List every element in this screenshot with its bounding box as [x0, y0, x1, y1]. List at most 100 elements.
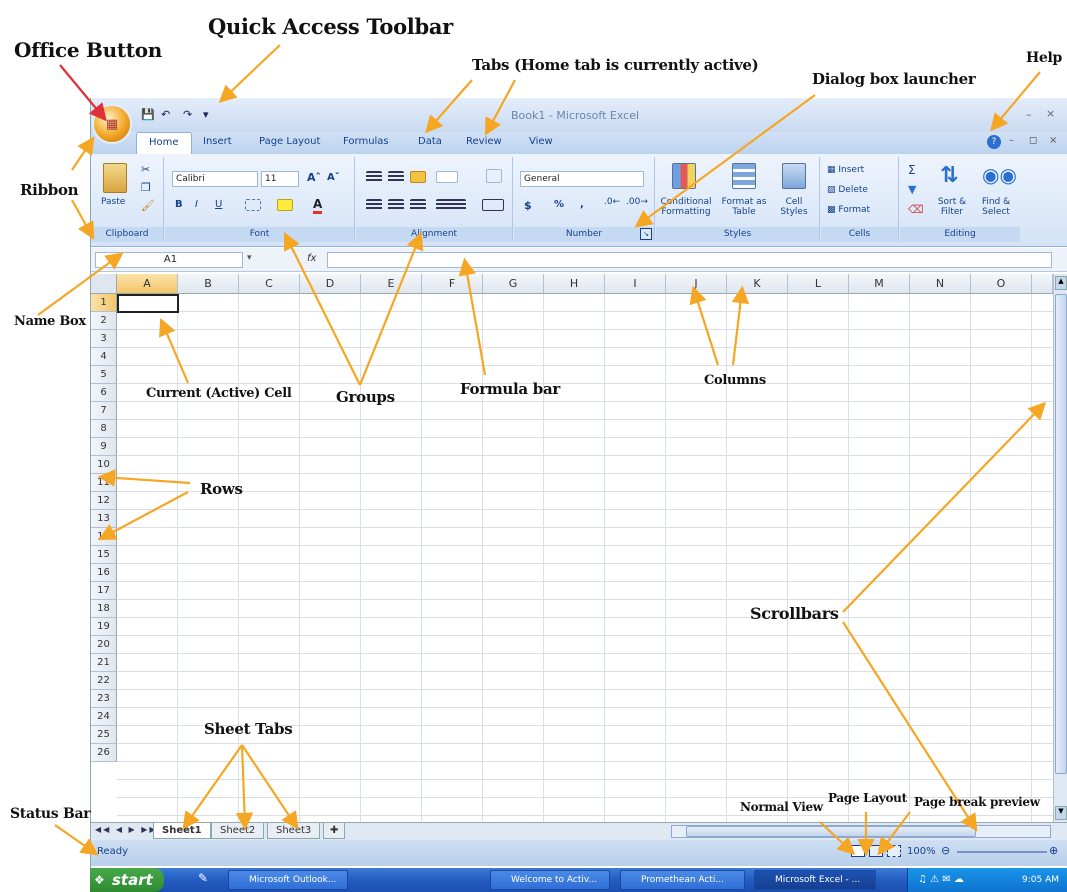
horizontal-scroll-thumb[interactable]	[686, 826, 976, 837]
align-bottom-icon[interactable]	[410, 171, 426, 183]
merge-center-icon[interactable]	[482, 199, 504, 211]
align-center-icon[interactable]	[388, 199, 404, 211]
find-select-button[interactable]: Find & Select	[974, 197, 1018, 217]
align-middle-icon[interactable]	[388, 171, 404, 183]
undo-icon[interactable]: ↶	[161, 108, 170, 121]
office-button[interactable]: ▦	[92, 104, 132, 144]
taskbar-item-welcome[interactable]: Welcome to Activ...	[490, 870, 610, 890]
row-header[interactable]: 19	[91, 618, 117, 636]
row-header[interactable]: 9	[91, 438, 117, 456]
restore-icon[interactable]: ◻	[1029, 135, 1037, 146]
decrease-decimal-icon[interactable]: .00→	[626, 197, 648, 207]
column-header[interactable]: M	[849, 274, 910, 294]
cell-styles-icon[interactable]	[782, 163, 806, 189]
row-header[interactable]: 1	[91, 294, 117, 312]
indent-icon[interactable]	[436, 199, 466, 211]
tab-view[interactable]: View	[529, 136, 553, 147]
align-left-icon[interactable]	[366, 199, 382, 211]
tab-review[interactable]: Review	[466, 136, 502, 147]
row-header[interactable]: 22	[91, 672, 117, 690]
row-header[interactable]: 17	[91, 582, 117, 600]
font-size-select[interactable]: 11	[261, 171, 299, 187]
row-header[interactable]: 21	[91, 654, 117, 672]
row-header[interactable]: 23	[91, 690, 117, 708]
shrink-font-icon[interactable]: Aˇ	[327, 172, 340, 183]
row-header[interactable]: 18	[91, 600, 117, 618]
tab-insert[interactable]: Insert	[203, 136, 232, 147]
clear-icon[interactable]: ⌫	[908, 203, 924, 216]
paste-icon[interactable]	[103, 163, 127, 193]
grow-font-icon[interactable]: Aˆ	[307, 171, 321, 184]
comma-icon[interactable]: ,	[580, 199, 584, 210]
taskbar-item-promethean[interactable]: Promethean Acti...	[620, 870, 745, 890]
formula-input[interactable]	[327, 252, 1052, 268]
bold-button[interactable]: B	[175, 199, 183, 210]
fill-icon[interactable]: ▼	[908, 183, 916, 196]
percent-button[interactable]: %	[554, 199, 564, 210]
format-cells-button[interactable]: ▩ Format	[827, 205, 870, 215]
delete-cells-button[interactable]: ▧ Delete	[827, 185, 868, 195]
row-header[interactable]: 4	[91, 348, 117, 366]
tab-formulas[interactable]: Formulas	[343, 136, 389, 147]
sort-filter-button[interactable]: Sort & Filter	[932, 197, 972, 217]
column-header[interactable]: G	[483, 274, 544, 294]
zoom-in-icon[interactable]: ⊕	[1049, 844, 1058, 857]
save-icon[interactable]: 💾	[141, 108, 155, 121]
currency-button[interactable]: $	[524, 199, 532, 212]
font-name-select[interactable]: Calibri	[172, 171, 258, 187]
zoom-slider[interactable]	[957, 851, 1047, 853]
increase-decimal-icon[interactable]: .0←	[604, 197, 620, 207]
column-header[interactable]: D	[300, 274, 361, 294]
tab-data[interactable]: Data	[418, 136, 442, 147]
close-workbook-icon[interactable]: ×	[1049, 135, 1057, 146]
row-header[interactable]: 24	[91, 708, 117, 726]
font-color-icon[interactable]: A	[313, 197, 323, 214]
tab-page-layout[interactable]: Page Layout	[259, 136, 320, 147]
row-header[interactable]: 10	[91, 456, 117, 474]
column-header[interactable]: O	[971, 274, 1032, 294]
vertical-scrollbar[interactable]: ▲ ▼	[1053, 274, 1067, 822]
insert-cells-button[interactable]: ▦ Insert	[827, 165, 864, 175]
row-header[interactable]: 26	[91, 744, 117, 762]
tab-home[interactable]: Home	[136, 132, 192, 154]
row-header[interactable]: 13	[91, 510, 117, 528]
fill-color-icon[interactable]	[277, 199, 293, 211]
conditional-formatting-button[interactable]: Conditional Formatting	[658, 197, 714, 217]
row-header[interactable]: 14	[91, 528, 117, 546]
borders-icon[interactable]	[245, 199, 261, 211]
vertical-scroll-thumb[interactable]	[1055, 294, 1067, 774]
taskbar-item-outlook[interactable]: Microsoft Outlook...	[228, 870, 348, 890]
redo-icon[interactable]: ↷	[183, 108, 192, 121]
row-header[interactable]: 11	[91, 474, 117, 492]
row-header[interactable]: 5	[91, 366, 117, 384]
row-header[interactable]: 16	[91, 564, 117, 582]
underline-button[interactable]: U	[215, 199, 222, 210]
sheet-nav-icon[interactable]: ◀◀ ◀ ▶ ▶▶	[95, 825, 158, 834]
row-header[interactable]: 6	[91, 384, 117, 402]
column-header[interactable]: E	[361, 274, 422, 294]
sheet-tab-sheet3[interactable]: Sheet3	[267, 823, 321, 839]
scroll-up-icon[interactable]: ▲	[1055, 276, 1067, 290]
zoom-level[interactable]: 100%	[907, 846, 936, 857]
column-header[interactable]: L	[788, 274, 849, 294]
insert-sheet-icon[interactable]: ✚	[323, 823, 346, 839]
row-header[interactable]: 2	[91, 312, 117, 330]
sheet-tab-sheet2[interactable]: Sheet2	[211, 823, 265, 839]
align-right-icon[interactable]	[410, 199, 426, 211]
row-header[interactable]: 7	[91, 402, 117, 420]
align-top-icon[interactable]	[366, 171, 382, 183]
ribbon-minimize-icon[interactable]: –	[1009, 135, 1014, 146]
page-layout-view-icon[interactable]	[869, 845, 883, 857]
column-header[interactable]: F	[422, 274, 483, 294]
dialog-launcher-icon[interactable]: ↘	[640, 228, 652, 240]
name-box-dropdown-icon[interactable]: ▾	[247, 253, 252, 263]
row-header[interactable]: 15	[91, 546, 117, 564]
column-header[interactable]: K	[727, 274, 788, 294]
orientation-icon[interactable]	[436, 171, 458, 183]
paste-button[interactable]: Paste	[101, 197, 125, 207]
name-box[interactable]: A1	[95, 252, 243, 268]
close-window-icon[interactable]: ×	[1046, 107, 1055, 120]
column-header[interactable]: B	[178, 274, 239, 294]
minimize-icon[interactable]: –	[1026, 108, 1032, 121]
copy-icon[interactable]: ❐	[141, 181, 151, 194]
